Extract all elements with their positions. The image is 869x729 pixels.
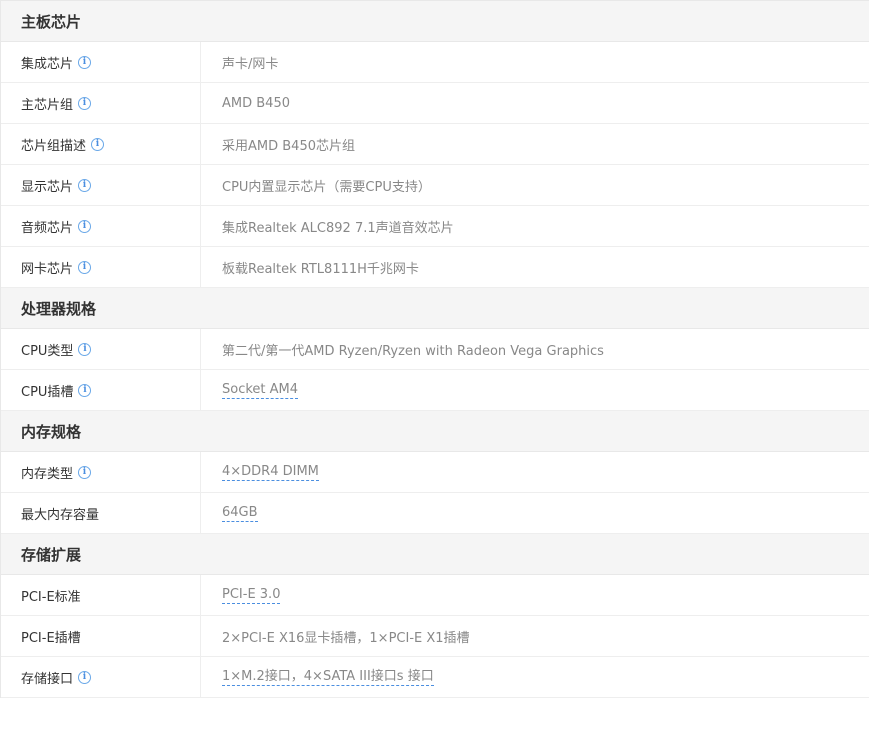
spec-label: CPU插槽 i [1, 370, 201, 410]
spec-value: 采用AMD B450芯片组 [201, 124, 869, 164]
section-header-mainboard-chip: 主板芯片 [1, 1, 869, 42]
spec-label: 音频芯片 i [1, 206, 201, 246]
spec-label: 内存类型 i [1, 452, 201, 492]
spec-row: 内存类型 i 4×DDR4 DIMM [1, 452, 869, 493]
spec-label-text: 芯片组描述 [21, 138, 87, 154]
spec-row: PCI-E插槽 2×PCI-E X16显卡插槽，1×PCI-E X1插槽 [1, 616, 869, 657]
spec-value-text: 2×PCI-E X16显卡插槽，1×PCI-E X1插槽 [222, 630, 470, 646]
spec-value: PCI-E 3.0 [201, 575, 869, 615]
spec-value-text: 采用AMD B450芯片组 [222, 138, 355, 154]
section-header-processor: 处理器规格 [1, 288, 869, 329]
spec-label: PCI-E标准 [1, 575, 201, 615]
spec-value-text: AMD B450 [222, 95, 290, 111]
spec-label-text: 内存类型 [21, 466, 74, 482]
info-icon[interactable]: i [78, 219, 92, 233]
spec-value-text: 板载Realtek RTL8111H千兆网卡 [222, 261, 419, 277]
spec-label-text: CPU插槽 [21, 384, 74, 400]
spec-row: CPU插槽 i Socket AM4 [1, 370, 869, 411]
spec-row: 最大内存容量 64GB [1, 493, 869, 534]
spec-value-text: 集成Realtek ALC892 7.1声道音效芯片 [222, 220, 454, 236]
spec-row: 主芯片组 i AMD B450 [1, 83, 869, 124]
spec-label: CPU类型 i [1, 329, 201, 369]
spec-value-link[interactable]: PCI-E 3.0 [222, 586, 281, 604]
spec-value-text: 声卡/网卡 [222, 56, 279, 72]
spec-value: AMD B450 [201, 83, 869, 123]
spec-value: Socket AM4 [201, 370, 869, 410]
spec-label: 集成芯片 i [1, 42, 201, 82]
spec-value: 集成Realtek ALC892 7.1声道音效芯片 [201, 206, 869, 246]
info-icon[interactable]: i [78, 670, 92, 684]
spec-label: PCI-E插槽 [1, 616, 201, 656]
info-icon[interactable]: i [78, 260, 92, 274]
spec-label-text: 集成芯片 [21, 56, 74, 72]
spec-row: 存储接口 i 1×M.2接口，4×SATA III接口s 接口 [1, 657, 869, 698]
spec-label: 主芯片组 i [1, 83, 201, 123]
spec-label-text: PCI-E插槽 [21, 630, 81, 646]
spec-label-text: 音频芯片 [21, 220, 74, 236]
spec-value: 4×DDR4 DIMM [201, 452, 869, 492]
spec-value: 64GB [201, 493, 869, 533]
spec-row: 显示芯片 i CPU内置显示芯片（需要CPU支持） [1, 165, 869, 206]
spec-row: 芯片组描述 i 采用AMD B450芯片组 [1, 124, 869, 165]
spec-value-link[interactable]: Socket AM4 [222, 381, 299, 399]
spec-value: 第二代/第一代AMD Ryzen/Ryzen with Radeon Vega … [201, 329, 869, 369]
spec-table: 主板芯片 集成芯片 i 声卡/网卡 主芯片组 i AMD B450 芯片组描述 i 采… [0, 0, 869, 698]
spec-label: 最大内存容量 [1, 493, 201, 533]
section-header-memory: 内存规格 [1, 411, 869, 452]
spec-label-text: CPU类型 [21, 343, 74, 359]
info-icon[interactable]: i [91, 137, 105, 151]
spec-label-text: 存储接口 [21, 671, 74, 687]
spec-value: 板载Realtek RTL8111H千兆网卡 [201, 247, 869, 287]
spec-value: 声卡/网卡 [201, 42, 869, 82]
spec-value: CPU内置显示芯片（需要CPU支持） [201, 165, 869, 205]
spec-value: 1×M.2接口，4×SATA III接口s 接口 [201, 657, 869, 697]
spec-value-link[interactable]: 64GB [222, 504, 258, 522]
spec-label-text: PCI-E标准 [21, 589, 81, 605]
spec-label-text: 显示芯片 [21, 179, 74, 195]
spec-row: CPU类型 i 第二代/第一代AMD Ryzen/Ryzen with Radeo… [1, 329, 869, 370]
info-icon[interactable]: i [78, 342, 92, 356]
spec-label-text: 主芯片组 [21, 97, 74, 113]
section-header-storage: 存储扩展 [1, 534, 869, 575]
spec-label-text: 最大内存容量 [21, 507, 100, 523]
spec-row: 音频芯片 i 集成Realtek ALC892 7.1声道音效芯片 [1, 206, 869, 247]
spec-row: 集成芯片 i 声卡/网卡 [1, 42, 869, 83]
spec-label: 芯片组描述 i [1, 124, 201, 164]
spec-value-text: 第二代/第一代AMD Ryzen/Ryzen with Radeon Vega … [222, 343, 604, 359]
spec-value-text: CPU内置显示芯片（需要CPU支持） [222, 179, 431, 195]
info-icon[interactable]: i [78, 96, 92, 110]
info-icon[interactable]: i [78, 383, 92, 397]
spec-label: 显示芯片 i [1, 165, 201, 205]
info-icon[interactable]: i [78, 465, 92, 479]
info-icon[interactable]: i [78, 55, 92, 69]
info-icon[interactable]: i [78, 178, 92, 192]
spec-value: 2×PCI-E X16显卡插槽，1×PCI-E X1插槽 [201, 616, 869, 656]
spec-label: 网卡芯片 i [1, 247, 201, 287]
spec-value-link[interactable]: 1×M.2接口，4×SATA III接口s 接口 [222, 668, 434, 686]
spec-label: 存储接口 i [1, 657, 201, 697]
spec-value-link[interactable]: 4×DDR4 DIMM [222, 463, 319, 481]
spec-label-text: 网卡芯片 [21, 261, 74, 277]
spec-row: 网卡芯片 i 板载Realtek RTL8111H千兆网卡 [1, 247, 869, 288]
spec-row: PCI-E标准 PCI-E 3.0 [1, 575, 869, 616]
